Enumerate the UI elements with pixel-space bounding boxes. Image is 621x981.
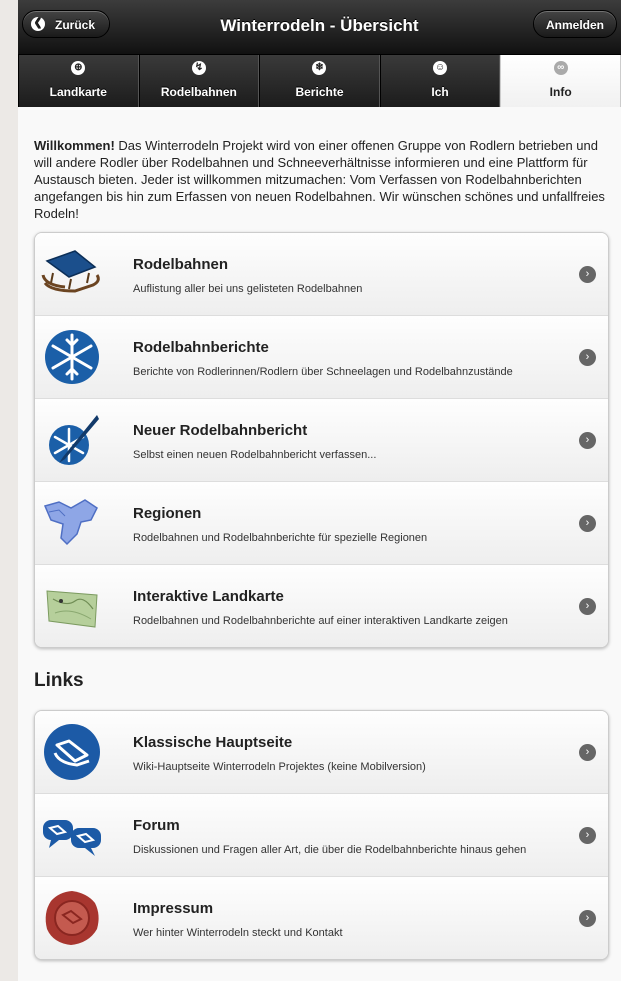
- intro-bold: Willkommen!: [34, 138, 115, 153]
- tab-info[interactable]: ∞ Info: [500, 55, 621, 107]
- globe-icon: ⊕: [71, 61, 86, 75]
- links-heading: Links: [34, 670, 84, 691]
- item-title: Klassische Hauptseite: [133, 734, 293, 751]
- speech-bubbles-image: [43, 820, 101, 856]
- main-list: Rodelbahnen Auflistung aller bei uns gel…: [34, 232, 609, 648]
- list-item-neuer-rodelbahnbericht[interactable]: Neuer Rodelbahnbericht Selbst einen neue…: [35, 398, 608, 481]
- links-list: Klassische Hauptseite Wiki-Hauptseite Wi…: [34, 710, 609, 960]
- tab-landkarte[interactable]: ⊕ Landkarte: [18, 55, 139, 107]
- item-description: Selbst einen neuen Rodelbahnbericht verf…: [133, 449, 377, 461]
- list-item-forum[interactable]: Forum Diskussionen und Fragen aller Art,…: [35, 793, 608, 876]
- chevron-right-icon: ›: [579, 744, 596, 761]
- chevron-right-icon: ›: [579, 827, 596, 844]
- item-description: Rodelbahnen und Rodelbahnberichte für sp…: [133, 532, 428, 544]
- snowflake-icon: ❄: [312, 61, 327, 75]
- intro-body: Das Winterrodeln Projekt wird von einer …: [34, 138, 605, 221]
- tab-label: Berichte: [295, 85, 344, 99]
- item-title: Neuer Rodelbahnbericht: [133, 422, 308, 439]
- login-button[interactable]: Anmelden: [533, 10, 617, 38]
- header-bar: ❮ Zurück Winterrodeln - Übersicht Anmeld…: [18, 0, 621, 55]
- item-description: Rodelbahnen und Rodelbahnberichte auf ei…: [133, 615, 508, 627]
- list-item-rodelbahnen[interactable]: Rodelbahnen Auflistung aller bei uns gel…: [35, 233, 608, 315]
- chevron-right-icon: ›: [579, 515, 596, 532]
- tab-label: Landkarte: [49, 85, 107, 99]
- item-description: Diskussionen und Fragen aller Art, die ü…: [133, 844, 527, 856]
- list-item-impressum[interactable]: Impressum Wer hinter Winterrodeln steckt…: [35, 876, 608, 959]
- list-item-klassische-hauptseite[interactable]: Klassische Hauptseite Wiki-Hauptseite Wi…: [35, 711, 608, 793]
- chevron-right-icon: ›: [579, 598, 596, 615]
- list-item-regionen[interactable]: Regionen Rodelbahnen und Rodelbahnberich…: [35, 481, 608, 564]
- item-title: Regionen: [133, 505, 202, 522]
- region-map-image: [43, 499, 98, 546]
- chevron-right-icon: ›: [579, 266, 596, 283]
- item-description: Wiki-Hauptseite Winterrodeln Projektes (…: [133, 761, 426, 773]
- page-title: Winterrodeln - Übersicht: [220, 16, 419, 35]
- tab-label: Rodelbahnen: [160, 85, 237, 99]
- item-title: Rodelbahnberichte: [133, 339, 269, 356]
- smiley-icon: ☺: [433, 61, 448, 75]
- paper-map-image: [46, 590, 98, 628]
- chevron-right-icon: ›: [579, 349, 596, 366]
- list-item-rodelbahnberichte[interactable]: Rodelbahnberichte Berichte von Rodlerinn…: [35, 315, 608, 398]
- list-item-interaktive-landkarte[interactable]: Interaktive Landkarte Rodelbahnen und Ro…: [35, 564, 608, 647]
- wax-seal-image: [45, 891, 99, 945]
- tab-rodelbahnen[interactable]: ↯ Rodelbahnen: [138, 55, 260, 107]
- item-description: Berichte von Rodlerinnen/Rodlern über Sc…: [133, 366, 513, 378]
- sled-icon: ↯: [191, 61, 206, 75]
- item-title: Forum: [133, 817, 180, 834]
- item-title: Rodelbahnen: [133, 256, 229, 273]
- tab-ich[interactable]: ☺ Ich: [379, 55, 501, 107]
- tab-label: Info: [549, 85, 572, 99]
- item-title: Interaktive Landkarte: [133, 588, 284, 605]
- snowflake-pen-image: [49, 415, 99, 465]
- item-description: Auflistung aller bei uns gelisteten Rode…: [133, 283, 363, 295]
- item-title: Impressum: [133, 900, 214, 917]
- tab-label: Ich: [431, 85, 449, 99]
- tab-berichte[interactable]: ❄ Berichte: [259, 55, 380, 107]
- info-icon: ∞: [553, 61, 568, 75]
- sled-circle-image: [44, 724, 100, 780]
- sled-image: [41, 250, 100, 293]
- chevron-right-icon: ›: [579, 910, 596, 927]
- page: ❮ Zurück Winterrodeln - Übersicht Anmeld…: [18, 0, 621, 981]
- tab-bar: ⊕ Landkarte ↯ Rodelbahnen ❄ Berichte ☺ I…: [18, 55, 621, 107]
- chevron-right-icon: ›: [579, 432, 596, 449]
- snowflake-image: [45, 330, 99, 384]
- item-description: Wer hinter Winterrodeln steckt und Konta…: [133, 927, 343, 939]
- intro-text: Willkommen! Das Winterrodeln Projekt wir…: [34, 137, 607, 222]
